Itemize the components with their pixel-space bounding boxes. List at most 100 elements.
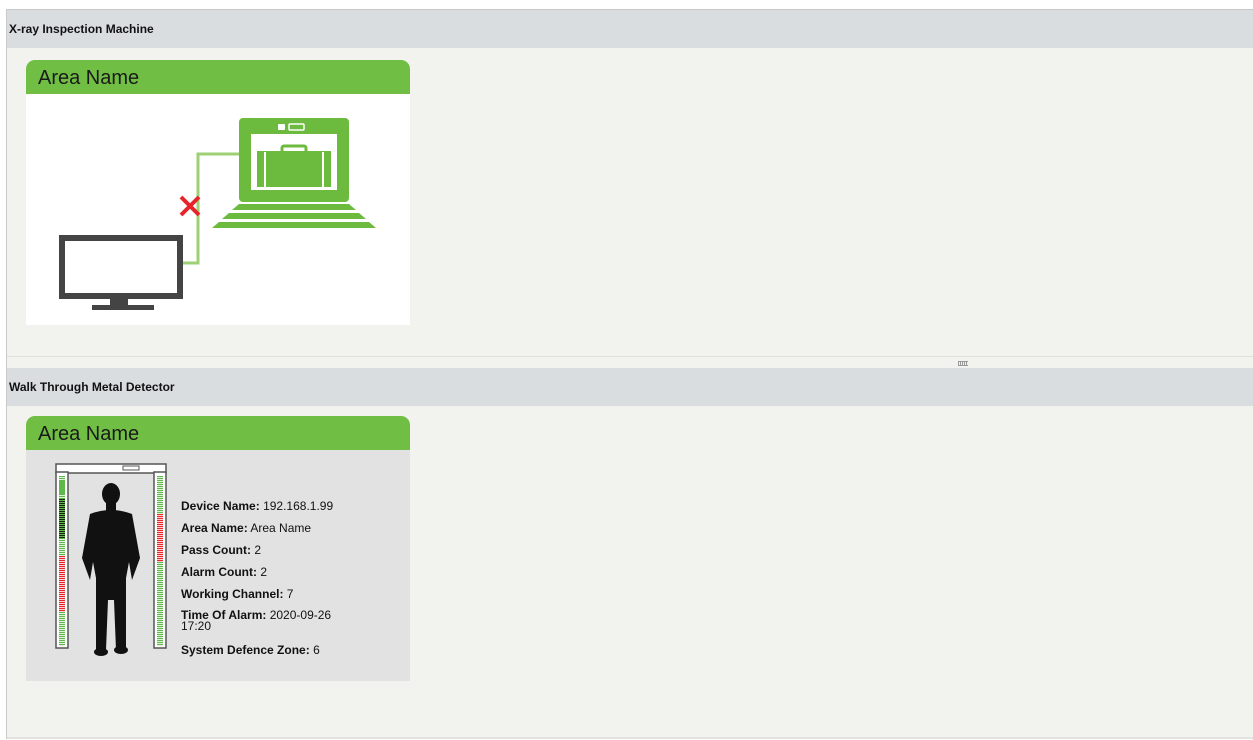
indicator-bar: [157, 578, 163, 580]
indicator-bar: [59, 544, 65, 546]
xray-machine-icon: [59, 118, 376, 310]
indicator-bar: [157, 524, 163, 526]
indicator-bar: [157, 616, 163, 618]
indicator-bar: [157, 490, 163, 492]
indicator-bar: [59, 500, 65, 502]
pass-count-row: Pass Count: 2: [181, 543, 262, 557]
indicator-bar: [59, 480, 65, 482]
indicator-bar: [59, 516, 65, 518]
indicator-bar: [157, 584, 163, 586]
indicator-bar: [157, 596, 163, 598]
indicator-bar: [59, 484, 65, 486]
indicator-bar: [157, 498, 163, 500]
indicator-bar: [157, 514, 163, 516]
indicator-bar: [59, 482, 65, 484]
indicator-bar: [59, 494, 65, 496]
indicator-bar: [157, 488, 163, 490]
indicator-bar: [157, 604, 163, 606]
indicator-bar: [59, 616, 65, 618]
indicator-bar: [59, 540, 65, 542]
indicator-bar: [59, 528, 65, 530]
indicator-bar: [59, 524, 65, 526]
monitor-icon: [59, 235, 183, 310]
indicator-bar: [59, 502, 65, 504]
indicator-bar: [59, 602, 65, 604]
indicator-bar: [157, 482, 163, 484]
indicator-bar: [59, 508, 65, 510]
metal-detector-card[interactable]: Area Name Device Name: 192.168.1.99 Area…: [26, 416, 410, 681]
indicator-bar: [157, 528, 163, 530]
indicator-bar: [59, 488, 65, 490]
indicator-bar: [157, 500, 163, 502]
indicator-bar: [59, 542, 65, 544]
indicator-bar: [59, 560, 65, 562]
indicator-bar: [157, 624, 163, 626]
indicator-bar: [59, 590, 65, 592]
indicator-bar: [157, 534, 163, 536]
indicator-bar: [157, 640, 163, 642]
indicator-bar: [59, 614, 65, 616]
splitter-grip-icon[interactable]: [958, 361, 968, 366]
indicator-bar: [59, 510, 65, 512]
indicator-bar: [157, 620, 163, 622]
indicator-bar: [157, 512, 163, 514]
card-title-area-name: Area Name: [38, 67, 140, 89]
indicator-bar: [59, 538, 65, 540]
card-header: Area Name: [26, 60, 410, 94]
indicator-bar: [157, 556, 163, 558]
indicator-bar: [59, 550, 65, 552]
indicator-bar: [59, 606, 65, 608]
indicator-bar: [157, 552, 163, 554]
device-info: Device Name: 192.168.1.99 Area Name: Are…: [181, 500, 333, 666]
walk-through-detector-icon: [55, 463, 167, 656]
indicator-bar: [157, 546, 163, 548]
device-name-row: Device Name: 192.168.1.99: [181, 499, 334, 513]
card-title-area-name: Area Name: [38, 423, 140, 445]
section-title-metal-detector: Walk Through Metal Detector: [9, 380, 175, 394]
indicator-bar: [59, 532, 65, 534]
indicator-bar: [157, 530, 163, 532]
indicator-bar: [157, 630, 163, 632]
indicator-bar: [59, 512, 65, 514]
indicator-bar: [59, 564, 65, 566]
indicator-bar: [157, 642, 163, 644]
indicator-bar: [59, 580, 65, 582]
indicator-bar: [157, 626, 163, 628]
indicator-bar: [59, 628, 65, 630]
indicator-bar: [59, 630, 65, 632]
indicator-bar: [157, 496, 163, 498]
indicator-bar: [59, 536, 65, 538]
indicator-bar: [157, 522, 163, 524]
indicator-bar: [157, 540, 163, 542]
disconnected-x-icon: [179, 195, 201, 217]
indicator-bar: [59, 594, 65, 596]
section-title-xray: X-ray Inspection Machine: [9, 22, 154, 36]
indicator-bar: [59, 554, 65, 556]
indicator-bar: [59, 610, 65, 612]
indicator-bar: [157, 518, 163, 520]
indicator-bar: [157, 542, 163, 544]
indicator-bar: [157, 612, 163, 614]
indicator-bar: [157, 550, 163, 552]
indicator-bar: [59, 598, 65, 600]
indicator-bar: [157, 510, 163, 512]
indicator-bar: [157, 594, 163, 596]
indicator-bar: [157, 564, 163, 566]
indicator-bar: [157, 504, 163, 506]
indicator-bar: [157, 526, 163, 528]
indicator-bar: [157, 638, 163, 640]
indicator-bar: [59, 592, 65, 594]
indicator-bar: [59, 644, 65, 646]
indicator-bar: [157, 592, 163, 594]
indicator-bar: [157, 560, 163, 562]
xray-device-card[interactable]: Area Name: [26, 60, 410, 325]
indicator-bar: [157, 590, 163, 592]
indicator-bar: [157, 566, 163, 568]
indicator-bar: [59, 548, 65, 550]
indicator-bar: [157, 476, 163, 478]
indicator-bar: [59, 562, 65, 564]
indicator-bar: [59, 612, 65, 614]
indicator-bar: [157, 644, 163, 646]
section-header-metal-detector: Walk Through Metal Detector: [7, 368, 1253, 406]
indicator-bar: [59, 622, 65, 624]
